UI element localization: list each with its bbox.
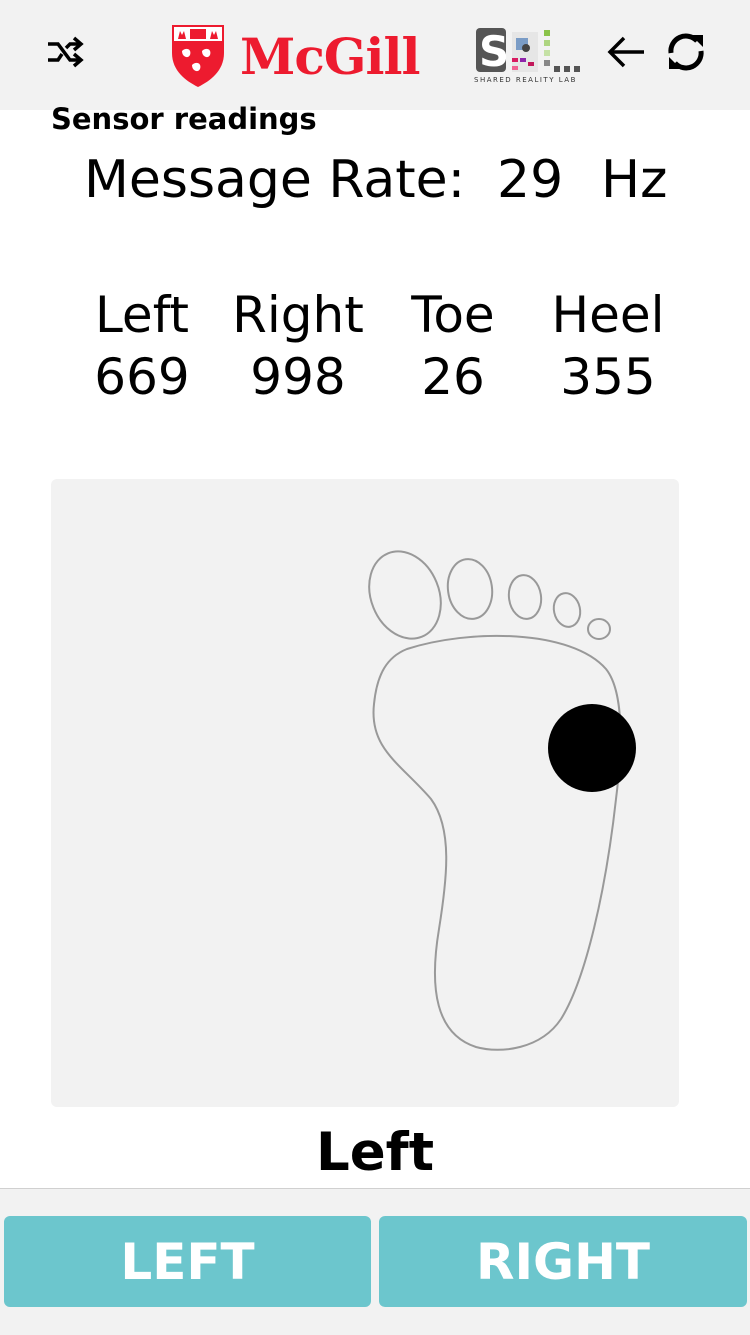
message-rate-unit: Hz [601, 150, 668, 210]
reading-label: Toe [411, 286, 495, 344]
srl-logo: S SHARED REALITY LAB [474, 26, 584, 88]
reading-left: Left 669 [62, 284, 222, 408]
message-rate-label: Message Rate: [84, 150, 466, 210]
selected-foot-label: Left [315, 1122, 435, 1183]
srl-caption: SHARED REALITY LAB [474, 76, 577, 84]
mcgill-logo: McGill [170, 22, 420, 90]
foot-outline-icon [368, 550, 636, 1051]
reading-value: 669 [94, 348, 190, 406]
foot-pressure-panel [51, 479, 679, 1107]
svg-text:S: S [479, 27, 509, 74]
right-foot-button[interactable]: RIGHT [379, 1216, 747, 1307]
reading-toe: Toe 26 [373, 284, 533, 408]
shuffle-icon[interactable] [40, 26, 88, 78]
reading-value: 355 [560, 348, 656, 406]
reading-value: 998 [250, 348, 346, 406]
reading-label: Left [94, 286, 190, 344]
left-foot-button[interactable]: LEFT [4, 1216, 371, 1307]
reading-value: 26 [421, 348, 485, 406]
back-arrow-icon[interactable] [602, 26, 650, 78]
reading-label: Right [232, 286, 364, 344]
mcgill-wordmark: McGill [240, 26, 420, 86]
pressure-indicator [548, 704, 636, 792]
mcgill-shield-icon [172, 25, 224, 87]
refresh-icon[interactable] [662, 26, 710, 78]
reading-heel: Heel 355 [528, 284, 688, 408]
message-rate-value: 29 [497, 150, 564, 210]
app-header: McGill S SHARED REALITY LAB [0, 0, 750, 110]
reading-label: Heel [551, 286, 665, 344]
section-title: Sensor readings [51, 102, 317, 136]
reading-right: Right 998 [218, 284, 378, 408]
